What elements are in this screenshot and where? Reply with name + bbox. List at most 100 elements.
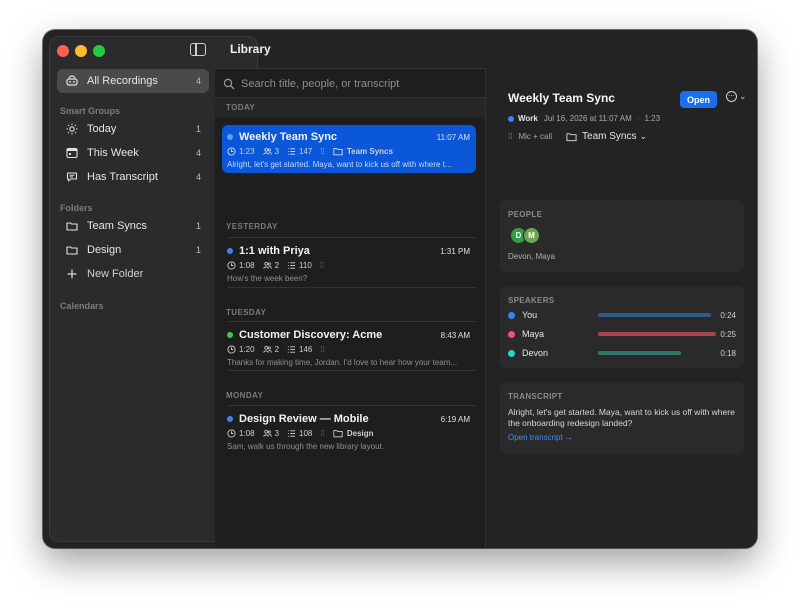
recording-row-weekly-team-sync[interactable]: Weekly Team Sync 11:07 AM 1:23 3 147 ⁞⁞ bbox=[222, 125, 476, 173]
recording-duration: 1:23 bbox=[239, 147, 255, 156]
duration-meta: 1:08 bbox=[227, 261, 255, 270]
lines-icon bbox=[287, 148, 296, 155]
sidebar-item-count: 1 bbox=[195, 245, 201, 255]
transcript-card: TRANSCRIPT Alright, let's get started. M… bbox=[500, 382, 744, 454]
section-header-monday: MONDAY bbox=[215, 385, 485, 405]
category-dot bbox=[227, 416, 233, 422]
search-input[interactable]: Search title, people, or transcript bbox=[241, 78, 399, 90]
detail-source-row: ⁞⁞ Mic + call Team Syncs ⌄ bbox=[508, 131, 647, 142]
meta-separator: · bbox=[636, 114, 640, 123]
avatar[interactable]: M bbox=[523, 227, 540, 244]
recording-row-design-review[interactable]: Design Review — Mobile 6:19 AM 1:08 3 10… bbox=[222, 407, 476, 455]
words-meta: 146 bbox=[287, 345, 312, 354]
detail-header-card: Weekly Team Sync Open ⋯ ⌄ Work Jul 16, 2… bbox=[500, 76, 747, 154]
words-meta: 108 bbox=[287, 429, 312, 438]
folders-heading: Folders bbox=[60, 203, 93, 213]
category-label: Work bbox=[518, 114, 538, 123]
words-meta: 110 bbox=[287, 261, 312, 270]
recording-snippet: Sam, walk us through the new library lay… bbox=[227, 442, 384, 451]
sidebar-item-has-transcript[interactable]: Has Transcript 4 bbox=[57, 165, 209, 189]
category-dot bbox=[227, 332, 233, 338]
ellipsis-icon: ⋯ bbox=[726, 91, 737, 102]
speaker-color-dot bbox=[508, 349, 515, 357]
speaker-row: You 0:24 bbox=[508, 308, 736, 322]
detail-meta: Work Jul 16, 2026 at 11:07 AM · 1:23 bbox=[508, 114, 660, 123]
plus-icon bbox=[65, 267, 79, 281]
duration-meta: 1:23 bbox=[227, 147, 255, 156]
recording-word-count: 108 bbox=[299, 429, 313, 438]
open-button[interactable]: Open bbox=[680, 91, 717, 108]
close-window-button[interactable] bbox=[57, 45, 69, 57]
app-window: All Recordings 4 Smart Groups Today 1 Th… bbox=[43, 30, 757, 548]
people-meta: 2 bbox=[262, 261, 279, 270]
sidebar-item-count: 4 bbox=[195, 172, 201, 182]
open-transcript-link[interactable]: Open transcript → bbox=[508, 433, 573, 442]
zoom-window-button[interactable] bbox=[93, 45, 105, 57]
recording-word-count: 110 bbox=[299, 261, 312, 270]
clock-icon bbox=[227, 147, 236, 156]
divider bbox=[227, 321, 477, 322]
transcript-preview: Alright, let's get started. Maya, want t… bbox=[508, 407, 735, 428]
new-folder-button[interactable]: New Folder bbox=[57, 262, 209, 286]
waveform-icon: ⁞⁞ bbox=[320, 147, 325, 156]
recordings-icon bbox=[65, 74, 79, 88]
sidebar-item-today[interactable]: Today 1 bbox=[57, 117, 209, 141]
speaker-color-dot bbox=[508, 330, 515, 338]
search-icon bbox=[223, 78, 235, 90]
speakers-heading: SPEAKERS bbox=[508, 296, 555, 305]
speaker-duration: 0:24 bbox=[720, 310, 736, 320]
sidebar-item-count: 1 bbox=[195, 221, 201, 231]
recording-row-customer-discovery[interactable]: Customer Discovery: Acme 8:43 AM 1:20 2 … bbox=[222, 323, 476, 371]
recording-time: 11:07 AM bbox=[436, 132, 470, 142]
recording-title: Weekly Team Sync bbox=[239, 131, 338, 143]
divider bbox=[227, 237, 477, 238]
calendars-heading: Calendars bbox=[60, 301, 104, 311]
sidebar-toggle-icon[interactable] bbox=[190, 43, 206, 56]
recording-detail-pane: Weekly Team Sync Open ⋯ ⌄ Work Jul 16, 2… bbox=[485, 68, 757, 548]
recording-time: 8:43 AM bbox=[440, 330, 470, 340]
folder-picker[interactable]: Team Syncs ⌄ bbox=[566, 131, 647, 142]
people-icon bbox=[262, 147, 272, 155]
sidebar-item-count: 4 bbox=[195, 76, 201, 86]
folder-name: Design bbox=[346, 429, 374, 438]
search-field[interactable]: Search title, people, or transcript bbox=[223, 75, 477, 93]
recording-time: 1:31 PM bbox=[440, 246, 470, 256]
people-icon bbox=[262, 345, 272, 353]
speaker-talk-time-bar bbox=[598, 351, 681, 355]
folder-icon bbox=[333, 148, 343, 156]
minimize-window-button[interactable] bbox=[75, 45, 87, 57]
speaker-duration: 0:18 bbox=[720, 348, 736, 358]
recording-people-count: 2 bbox=[274, 345, 280, 354]
people-icon bbox=[262, 429, 272, 437]
speaker-row: Devon 0:18 bbox=[508, 346, 736, 360]
lines-icon bbox=[287, 430, 296, 437]
speaker-talk-time-bar bbox=[598, 332, 716, 336]
chevron-down-icon: ⌄ bbox=[739, 91, 747, 101]
recording-snippet: How's the week been? bbox=[227, 274, 308, 283]
section-header-today: TODAY bbox=[215, 97, 485, 117]
speaker-name: You bbox=[522, 310, 538, 320]
speaker-bar-track bbox=[598, 332, 716, 336]
recording-row-1on1-priya[interactable]: 1:1 with Priya 1:31 PM 1:08 2 110 ⁞⁞ How bbox=[222, 239, 476, 287]
sidebar-item-team-syncs[interactable]: Team Syncs 1 bbox=[57, 214, 209, 238]
section-header-yesterday: YESTERDAY bbox=[215, 216, 485, 236]
sidebar-item-label: All Recordings bbox=[87, 75, 158, 87]
sun-icon bbox=[65, 122, 79, 136]
sidebar-item-design[interactable]: Design 1 bbox=[57, 238, 209, 262]
waveform-icon: ⁞⁞ bbox=[320, 429, 325, 438]
sidebar-item-all-recordings[interactable]: All Recordings 4 bbox=[57, 69, 209, 93]
recording-people-count: 3 bbox=[274, 147, 280, 156]
waveform-icon: ⁞⁞ bbox=[319, 261, 325, 270]
smart-groups-heading: Smart Groups bbox=[60, 106, 121, 116]
sidebar-item-label: Has Transcript bbox=[87, 171, 158, 183]
sidebar-item-this-week[interactable]: This Week 4 bbox=[57, 141, 209, 165]
people-heading: PEOPLE bbox=[508, 210, 543, 219]
speaker-color-dot bbox=[508, 311, 515, 319]
detail-source: Mic + call bbox=[518, 132, 553, 141]
more-options-button[interactable]: ⋯ ⌄ bbox=[726, 91, 747, 102]
recording-duration: 1:20 bbox=[239, 345, 255, 354]
window-controls bbox=[57, 45, 105, 57]
people-avatars: D M bbox=[510, 227, 540, 244]
recording-duration: 1:08 bbox=[239, 261, 255, 270]
recording-word-count: 146 bbox=[299, 345, 313, 354]
